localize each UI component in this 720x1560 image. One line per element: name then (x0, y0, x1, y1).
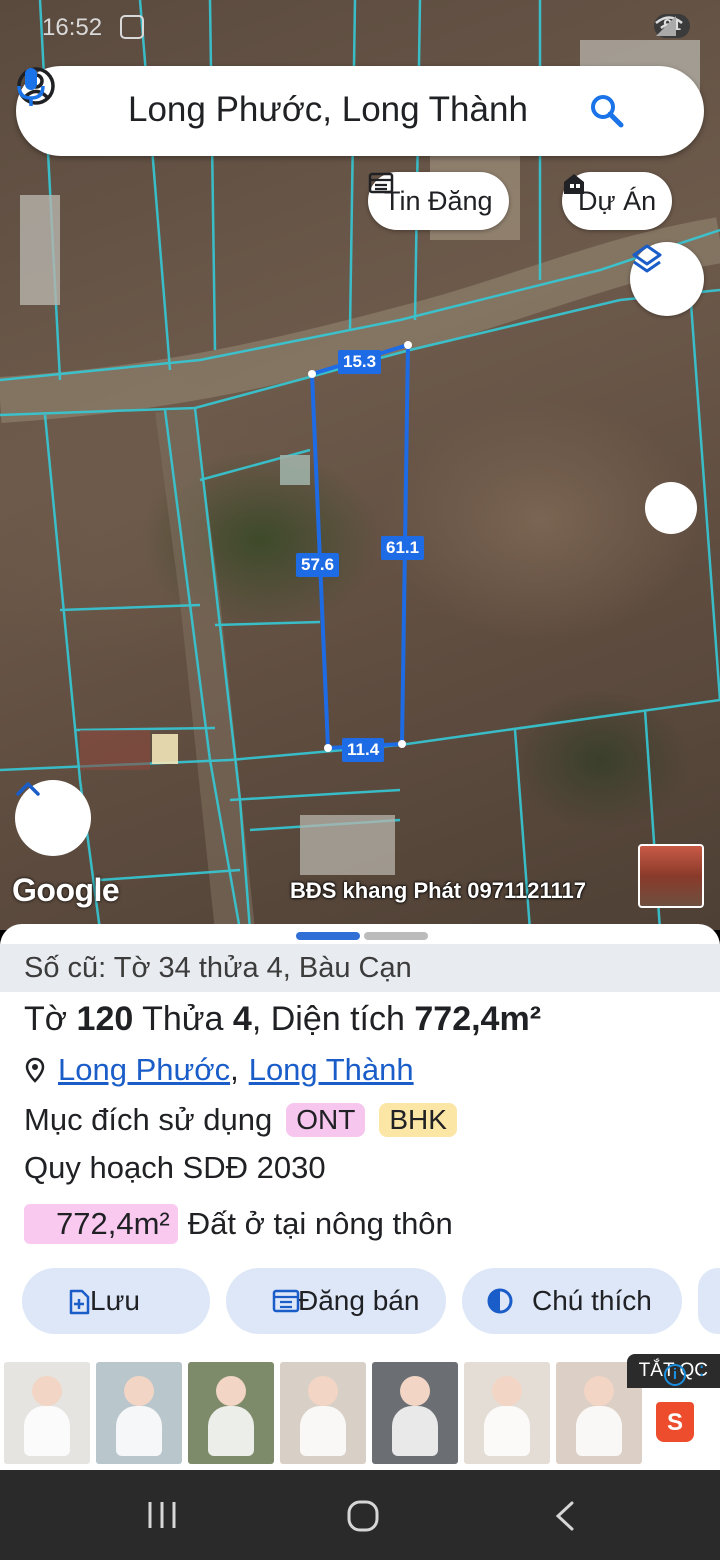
location-marker[interactable] (645, 482, 697, 534)
chevron-up-icon (16, 782, 40, 796)
map-watermark: BĐS khang Phát 0971121117 (290, 878, 586, 903)
action-buttons: Lưu Đăng bán Chú thích (22, 1268, 720, 1334)
post-for-sale-label: Đăng bán (298, 1285, 420, 1316)
listing-icon (272, 1289, 300, 1313)
listings-chip-label: Tin Đăng (384, 185, 493, 216)
sheet-number: 120 (76, 1000, 134, 1038)
search-icon[interactable] (588, 92, 626, 130)
ad-product-image[interactable] (280, 1362, 366, 1464)
dimension-label-bottom: 11.4 (342, 738, 385, 762)
save-button-label: Lưu (90, 1285, 140, 1316)
ad-product-image[interactable] (372, 1362, 458, 1464)
ad-product-image[interactable] (464, 1362, 550, 1464)
legend-button-label: Chú thích (532, 1285, 652, 1316)
pin-icon (25, 1057, 45, 1083)
mic-icon[interactable] (16, 66, 46, 108)
ad-product-image[interactable] (96, 1362, 182, 1464)
ward-link[interactable]: Long Phước (58, 1052, 230, 1088)
system-nav-bar (0, 1470, 720, 1560)
planning-title: Quy hoạch SDĐ 2030 (24, 1150, 326, 1185)
dimension-label-top: 15.3 (338, 350, 382, 374)
plot-number: 4 (232, 1000, 252, 1038)
shopee-logo: S (656, 1402, 694, 1442)
location-separator: , (230, 1052, 239, 1087)
dimension-label-left: 57.6 (296, 553, 340, 577)
area-label: , Diện tích (251, 1000, 405, 1038)
building-icon (564, 174, 584, 194)
ad-product-image[interactable] (188, 1362, 274, 1464)
planning-area-badge: 772,4m² (24, 1204, 178, 1244)
save-button[interactable]: Lưu (22, 1268, 210, 1334)
planning-area-row: 772,4m² Đất ở tại nông thôn (24, 1204, 453, 1244)
page-indicator (364, 932, 428, 940)
plot-label: Thửa (142, 1000, 224, 1038)
land-use-tag-ont[interactable]: ONT (286, 1103, 366, 1137)
ad-product-images[interactable] (4, 1362, 642, 1464)
notification-icon (120, 15, 144, 39)
land-use-tag-bhk[interactable]: BHK (379, 1103, 457, 1137)
more-actions-button[interactable] (698, 1268, 720, 1334)
planning-area-description: Đất ở tại nông thôn (187, 1206, 453, 1241)
sheet-page-indicator[interactable] (296, 932, 428, 940)
ad-product-image[interactable] (4, 1362, 90, 1464)
projects-chip[interactable]: Dự Án (562, 172, 673, 230)
search-input[interactable]: Long Phước, Long Thành (128, 90, 528, 130)
file-add-icon (69, 1289, 90, 1315)
status-right: 91 (654, 14, 690, 38)
land-use-row: Mục đích sử dụng ONT BHK (24, 1102, 457, 1138)
parcel-summary: Tờ 120 Thửa 4, Diện tích 772,4m² (24, 1000, 541, 1039)
signal-icon (656, 16, 677, 36)
ad-info-icon[interactable]: i (664, 1364, 686, 1386)
home-icon[interactable] (346, 1500, 380, 1532)
ad-banner[interactable]: TẮT QC i · · S (0, 1354, 720, 1470)
location-row: Long Phước, Long Thành (24, 1052, 414, 1088)
area-value: 772,4m² (414, 1000, 542, 1038)
google-logo: Google (12, 872, 120, 908)
listings-icon (368, 172, 394, 194)
ad-menu-icon[interactable]: · · (698, 1355, 705, 1385)
contrast-icon (487, 1288, 513, 1314)
expand-up-button[interactable] (15, 780, 91, 856)
post-for-sale-button[interactable]: Đăng bán (226, 1268, 446, 1334)
street-view-thumbnail[interactable] (638, 844, 704, 908)
back-icon[interactable] (552, 1500, 576, 1532)
old-parcel-info: Số cũ: Tờ 34 thửa 4, Bàu Cạn (0, 944, 720, 992)
sheet-label: Tờ (24, 1000, 68, 1038)
layers-icon (632, 244, 662, 273)
district-link[interactable]: Long Thành (249, 1052, 414, 1088)
dimension-label-right: 61.1 (381, 536, 425, 560)
search-bar[interactable]: Long Phước, Long Thành (16, 66, 704, 156)
layers-button[interactable] (630, 242, 704, 316)
recent-apps-icon[interactable] (146, 1500, 178, 1530)
land-use-label: Mục đích sử dụng (24, 1102, 273, 1137)
projects-chip-label: Dự Án (578, 185, 657, 216)
listings-chip[interactable]: Tin Đăng (368, 172, 509, 230)
parcel-info-sheet: Số cũ: Tờ 34 thửa 4, Bàu Cạn Tờ 120 Thửa… (0, 924, 720, 1354)
status-time: 16:52 (42, 14, 103, 41)
map-view[interactable]: 16:52 91 Long Phước, Long Thành Tin Đăng (0, 0, 720, 930)
page-indicator-active (296, 932, 360, 940)
legend-button[interactable]: Chú thích (462, 1268, 682, 1334)
